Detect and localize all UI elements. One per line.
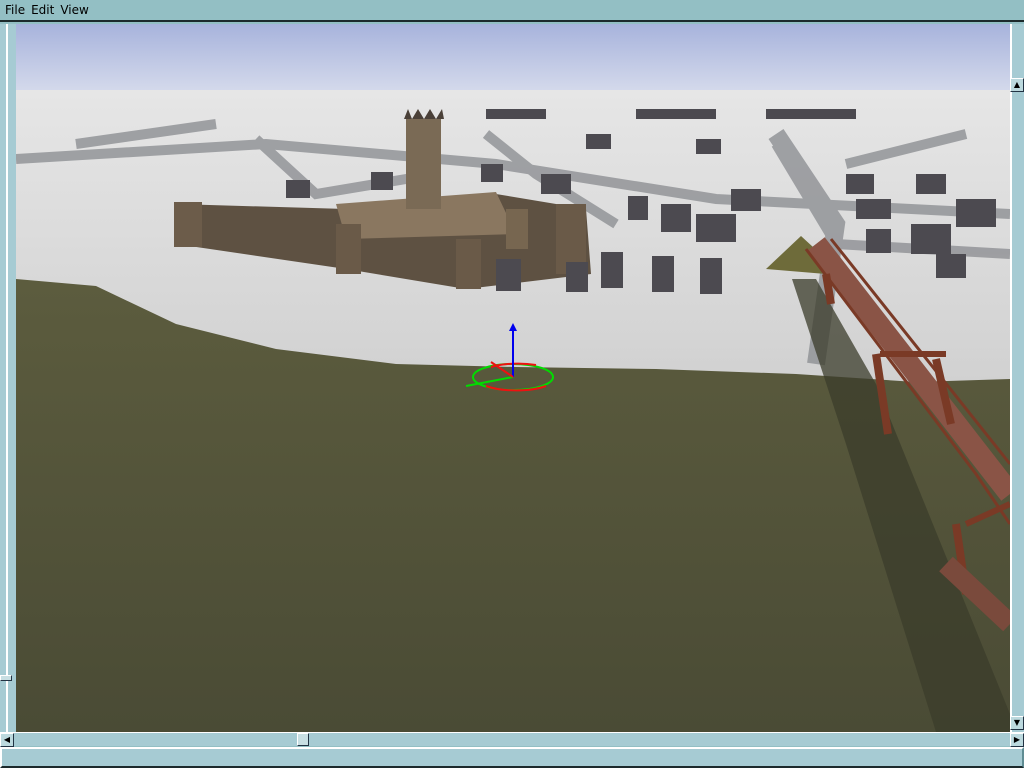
sky	[16, 24, 1010, 94]
scroll-up-button[interactable]: ▲	[1010, 78, 1024, 92]
scroll-right-button[interactable]: ▶	[1010, 733, 1024, 747]
slider-thumb[interactable]	[0, 675, 12, 681]
horizontal-scroll-thumb[interactable]	[297, 733, 309, 746]
arrow-left-icon: ◀	[3, 735, 11, 744]
menu-edit[interactable]: Edit	[30, 3, 55, 17]
arrow-down-icon: ▼	[1013, 718, 1021, 727]
menu-view[interactable]: View	[59, 3, 89, 17]
arrow-up-icon: ▲	[1013, 80, 1021, 89]
zoom-slider[interactable]	[0, 24, 16, 732]
3d-viewport[interactable]	[16, 24, 1010, 732]
scroll-down-button[interactable]: ▼	[1010, 716, 1024, 730]
vertical-scrollbar[interactable]: ▲ ▼	[1010, 24, 1024, 732]
slider-track	[6, 24, 8, 732]
scroll-left-button[interactable]: ◀	[0, 733, 14, 747]
horizontal-scrollbar[interactable]: ◀ ▶	[0, 732, 1024, 747]
menu-bar: File Edit View	[0, 0, 1024, 22]
status-bar	[0, 747, 1024, 768]
scene-render	[16, 24, 1010, 732]
menu-file[interactable]: File	[4, 3, 26, 17]
arrow-right-icon: ▶	[1013, 735, 1021, 744]
